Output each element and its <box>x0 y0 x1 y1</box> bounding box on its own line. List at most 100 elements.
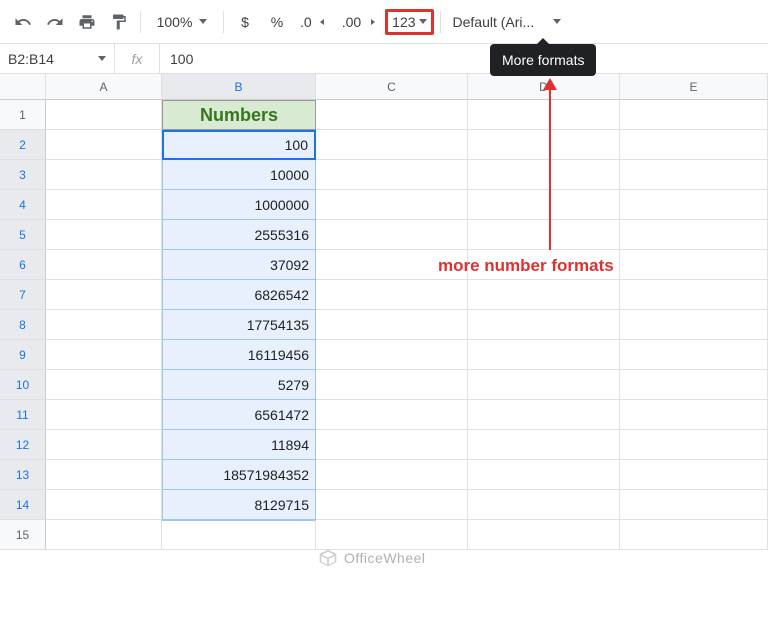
cell[interactable] <box>468 190 620 220</box>
col-header-e[interactable]: E <box>620 74 768 100</box>
cell-data[interactable]: 37092 <box>162 250 316 280</box>
cell[interactable] <box>46 250 162 280</box>
row-header[interactable]: 13 <box>0 460 46 490</box>
cell[interactable] <box>620 460 768 490</box>
cell[interactable] <box>468 460 620 490</box>
cell-data[interactable]: 10000 <box>162 160 316 190</box>
cell[interactable] <box>46 190 162 220</box>
cell[interactable] <box>46 160 162 190</box>
cell[interactable] <box>620 490 768 520</box>
cell[interactable] <box>468 490 620 520</box>
row-header[interactable]: 10 <box>0 370 46 400</box>
print-button[interactable] <box>72 8 102 36</box>
row-header[interactable]: 7 <box>0 280 46 310</box>
zoom-dropdown[interactable]: 100% <box>147 8 217 36</box>
row-header[interactable]: 3 <box>0 160 46 190</box>
cell[interactable] <box>316 220 468 250</box>
cell[interactable] <box>46 460 162 490</box>
cell[interactable] <box>620 130 768 160</box>
row-header[interactable]: 1 <box>0 100 46 130</box>
cell[interactable] <box>468 340 620 370</box>
cell[interactable] <box>620 190 768 220</box>
cell[interactable] <box>316 190 468 220</box>
row-header[interactable]: 14 <box>0 490 46 520</box>
row-header[interactable]: 12 <box>0 430 46 460</box>
cell[interactable] <box>46 340 162 370</box>
cell[interactable] <box>316 280 468 310</box>
formula-input[interactable]: 100 <box>160 44 768 73</box>
cell-data[interactable]: 18571984352 <box>162 460 316 490</box>
col-header-c[interactable]: C <box>316 74 468 100</box>
cell[interactable] <box>468 100 620 130</box>
cell[interactable] <box>316 100 468 130</box>
cell-data[interactable]: 6561472 <box>162 400 316 430</box>
cell-data[interactable]: 2555316 <box>162 220 316 250</box>
col-header-a[interactable]: A <box>46 74 162 100</box>
name-box[interactable]: B2:B14 <box>0 44 115 73</box>
cell-data[interactable]: 5279 <box>162 370 316 400</box>
cell[interactable] <box>468 310 620 340</box>
percent-button[interactable]: % <box>262 8 292 36</box>
cell[interactable] <box>468 430 620 460</box>
cell[interactable] <box>316 490 468 520</box>
cell[interactable] <box>316 520 468 550</box>
cell[interactable] <box>46 520 162 550</box>
row-header[interactable]: 4 <box>0 190 46 220</box>
cell[interactable] <box>316 400 468 430</box>
row-header[interactable]: 15 <box>0 520 46 550</box>
cell[interactable] <box>316 310 468 340</box>
cell[interactable] <box>468 220 620 250</box>
cell[interactable] <box>468 130 620 160</box>
cell[interactable] <box>620 340 768 370</box>
cell[interactable] <box>468 370 620 400</box>
row-header[interactable]: 9 <box>0 340 46 370</box>
cell[interactable] <box>46 130 162 160</box>
cell-data[interactable]: 1000000 <box>162 190 316 220</box>
cell[interactable] <box>620 100 768 130</box>
cell[interactable] <box>620 160 768 190</box>
decrease-decimal-button[interactable]: .0 <box>294 8 334 36</box>
cell[interactable] <box>620 520 768 550</box>
cell[interactable] <box>316 370 468 400</box>
cell[interactable] <box>316 130 468 160</box>
cell-header-numbers[interactable]: Numbers <box>162 100 316 130</box>
row-header[interactable]: 5 <box>0 220 46 250</box>
row-header[interactable]: 2 <box>0 130 46 160</box>
cell[interactable] <box>620 400 768 430</box>
cell[interactable] <box>620 220 768 250</box>
cell[interactable] <box>46 490 162 520</box>
col-header-b[interactable]: B <box>162 74 316 100</box>
cell[interactable] <box>316 160 468 190</box>
cell[interactable] <box>46 220 162 250</box>
cell[interactable] <box>46 400 162 430</box>
font-dropdown[interactable]: Default (Ari... <box>447 8 567 36</box>
cell[interactable] <box>316 460 468 490</box>
cell-data[interactable]: 6826542 <box>162 280 316 310</box>
cell[interactable] <box>46 310 162 340</box>
cell[interactable] <box>620 430 768 460</box>
undo-button[interactable] <box>8 8 38 36</box>
cell[interactable] <box>162 520 316 550</box>
redo-button[interactable] <box>40 8 70 36</box>
cell[interactable] <box>620 280 768 310</box>
cell[interactable] <box>468 160 620 190</box>
cell[interactable] <box>46 430 162 460</box>
cell[interactable] <box>620 310 768 340</box>
increase-decimal-button[interactable]: .00 <box>336 8 383 36</box>
cell[interactable] <box>46 280 162 310</box>
cell[interactable] <box>468 520 620 550</box>
row-header[interactable]: 8 <box>0 310 46 340</box>
cell-data[interactable]: 16119456 <box>162 340 316 370</box>
cell-data[interactable]: 11894 <box>162 430 316 460</box>
currency-button[interactable]: $ <box>230 8 260 36</box>
cell[interactable] <box>620 250 768 280</box>
paint-format-button[interactable] <box>104 8 134 36</box>
cell[interactable] <box>316 340 468 370</box>
select-all-corner[interactable] <box>0 74 46 100</box>
cell[interactable] <box>620 370 768 400</box>
cell[interactable] <box>316 430 468 460</box>
cell-data[interactable]: 8129715 <box>162 490 316 520</box>
cell[interactable] <box>46 370 162 400</box>
more-formats-button[interactable]: 123 <box>385 9 433 35</box>
row-header[interactable]: 11 <box>0 400 46 430</box>
